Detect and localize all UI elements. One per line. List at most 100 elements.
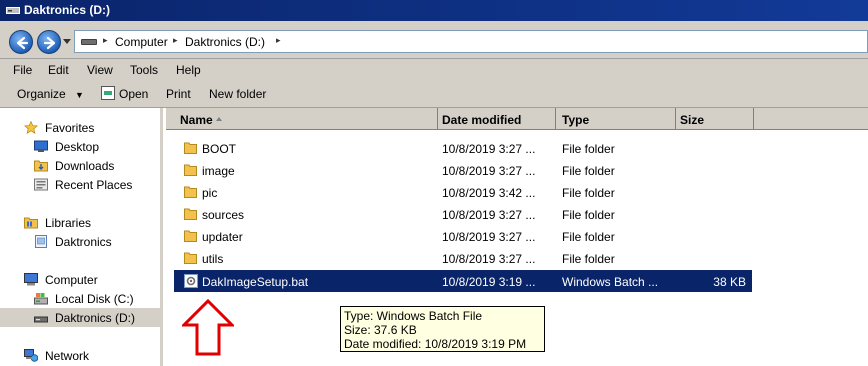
nav-libraries[interactable]: Libraries	[0, 213, 160, 232]
column-header-size[interactable]: Size	[676, 108, 754, 130]
chevron-right-icon[interactable]: ▸	[103, 35, 108, 46]
file-type: File folder	[562, 186, 615, 200]
downloads-folder-icon	[34, 160, 48, 172]
file-row-selected[interactable]: DakImageSetup.bat 10/8/2019 3:19 ... Win…	[174, 270, 752, 292]
column-header-row: Name Date modified Type Size	[166, 108, 868, 130]
file-row[interactable]: sources 10/8/2019 3:27 ... File folder	[174, 203, 752, 225]
file-row[interactable]: pic 10/8/2019 3:42 ... File folder	[174, 181, 752, 203]
file-row[interactable]: updater 10/8/2019 3:27 ... File folder	[174, 225, 752, 247]
nav-library-daktronics-label: Daktronics	[55, 235, 112, 249]
drive-icon	[81, 39, 97, 45]
address-row: ▸ Computer ▸ Daktronics (D:) ▸	[0, 21, 868, 59]
file-row[interactable]: utils 10/8/2019 3:27 ... File folder	[174, 247, 752, 269]
local-disk-icon	[34, 293, 48, 305]
nav-network-label: Network	[45, 349, 90, 363]
menu-file[interactable]: File	[13, 63, 32, 77]
forward-arrow-icon	[43, 36, 56, 50]
menu-edit[interactable]: Edit	[48, 63, 69, 77]
window-title: Daktronics (D:)	[24, 3, 111, 17]
organize-label: Organize	[17, 87, 66, 101]
column-date-label: Date modified	[442, 113, 522, 127]
network-icon	[24, 349, 38, 362]
nav-network[interactable]: Network	[0, 346, 160, 365]
file-name: updater	[202, 230, 243, 244]
sort-ascending-icon	[216, 117, 222, 121]
folder-icon	[184, 186, 197, 198]
nav-local-disk-label: Local Disk (C:)	[55, 292, 134, 306]
title-bar: Daktronics (D:)	[0, 0, 868, 21]
file-date: 10/8/2019 3:27 ...	[442, 208, 536, 222]
file-type: File folder	[562, 230, 615, 244]
file-name: BOOT	[202, 142, 237, 156]
column-type-label: Type	[562, 113, 590, 127]
nav-daktronics-drive[interactable]: Daktronics (D:)	[0, 308, 160, 327]
file-type: File folder	[562, 142, 615, 156]
navigation-pane: Favorites Desktop Downloads Recent Place…	[0, 108, 163, 366]
chevron-right-icon[interactable]: ▸	[276, 35, 281, 46]
star-icon	[24, 121, 38, 134]
nav-computer[interactable]: Computer	[0, 270, 160, 289]
folder-icon	[184, 252, 197, 264]
file-date: 10/8/2019 3:19 ...	[442, 275, 536, 289]
nav-recent-places-label: Recent Places	[55, 178, 133, 192]
open-button[interactable]: Open	[119, 87, 148, 101]
menu-help[interactable]: Help	[176, 63, 201, 77]
file-name: utils	[202, 252, 224, 266]
nav-local-disk[interactable]: Local Disk (C:)	[0, 289, 160, 308]
menu-view[interactable]: View	[87, 63, 113, 77]
nav-favorites-label: Favorites	[45, 121, 95, 135]
column-size-label: Size	[680, 113, 705, 127]
file-row[interactable]: BOOT 10/8/2019 3:27 ... File folder	[174, 137, 752, 159]
forward-button[interactable]	[37, 30, 61, 54]
column-name-label: Name	[180, 113, 213, 127]
nav-desktop-label: Desktop	[55, 140, 100, 154]
file-date: 10/8/2019 3:27 ...	[442, 252, 536, 266]
tooltip-date: Date modified: 10/8/2019 3:19 PM	[344, 337, 527, 351]
breadcrumb-computer[interactable]: Computer	[115, 35, 168, 49]
nav-library-daktronics[interactable]: Daktronics	[0, 232, 160, 251]
history-dropdown-icon[interactable]	[63, 39, 71, 45]
file-name: pic	[202, 186, 218, 200]
breadcrumb-daktronics[interactable]: Daktronics (D:)	[185, 35, 265, 49]
column-header-name[interactable]: Name	[166, 108, 438, 130]
chevron-down-icon: ▼	[75, 90, 84, 100]
nav-downloads-label: Downloads	[55, 159, 115, 173]
folder-icon	[184, 164, 197, 176]
file-name: sources	[202, 208, 245, 222]
file-tooltip: Type: Windows Batch File Size: 37.6 KB D…	[340, 306, 545, 352]
file-row[interactable]: image 10/8/2019 3:27 ... File folder	[174, 159, 752, 181]
batch-file-icon	[184, 274, 198, 288]
file-type: Windows Batch ...	[562, 275, 659, 289]
organize-button[interactable]: Organize ▼	[17, 87, 84, 101]
computer-icon	[24, 273, 38, 286]
file-name: DakImageSetup.bat	[202, 275, 309, 289]
open-icon	[101, 86, 115, 100]
nav-desktop[interactable]: Desktop	[0, 137, 160, 156]
file-date: 10/8/2019 3:27 ...	[442, 142, 536, 156]
file-date: 10/8/2019 3:42 ...	[442, 186, 536, 200]
back-button[interactable]	[9, 30, 33, 54]
tooltip-type: Type: Windows Batch File	[344, 309, 483, 323]
nav-downloads[interactable]: Downloads	[0, 156, 160, 175]
red-up-arrow-annotation	[182, 299, 234, 356]
print-button[interactable]: Print	[166, 87, 191, 101]
folder-icon	[184, 208, 197, 220]
file-name: image	[202, 164, 235, 178]
column-header-type[interactable]: Type	[556, 108, 676, 130]
nav-libraries-label: Libraries	[45, 216, 92, 230]
column-header-date[interactable]: Date modified	[438, 108, 556, 130]
folder-icon	[184, 230, 197, 242]
nav-recent-places[interactable]: Recent Places	[0, 175, 160, 194]
tooltip-size: Size: 37.6 KB	[344, 323, 417, 337]
nav-daktronics-drive-label: Daktronics (D:)	[55, 311, 136, 325]
command-bar: Organize ▼ Open Print New folder	[0, 80, 868, 108]
new-folder-button[interactable]: New folder	[209, 87, 266, 101]
file-size: 38 KB	[713, 275, 746, 289]
address-bar[interactable]: ▸ Computer ▸ Daktronics (D:) ▸	[74, 30, 868, 53]
file-date: 10/8/2019 3:27 ...	[442, 164, 536, 178]
nav-favorites[interactable]: Favorites	[0, 118, 160, 137]
menu-tools[interactable]: Tools	[130, 63, 158, 77]
drive-icon	[34, 316, 48, 323]
desktop-icon	[34, 140, 48, 152]
chevron-right-icon[interactable]: ▸	[173, 35, 178, 46]
